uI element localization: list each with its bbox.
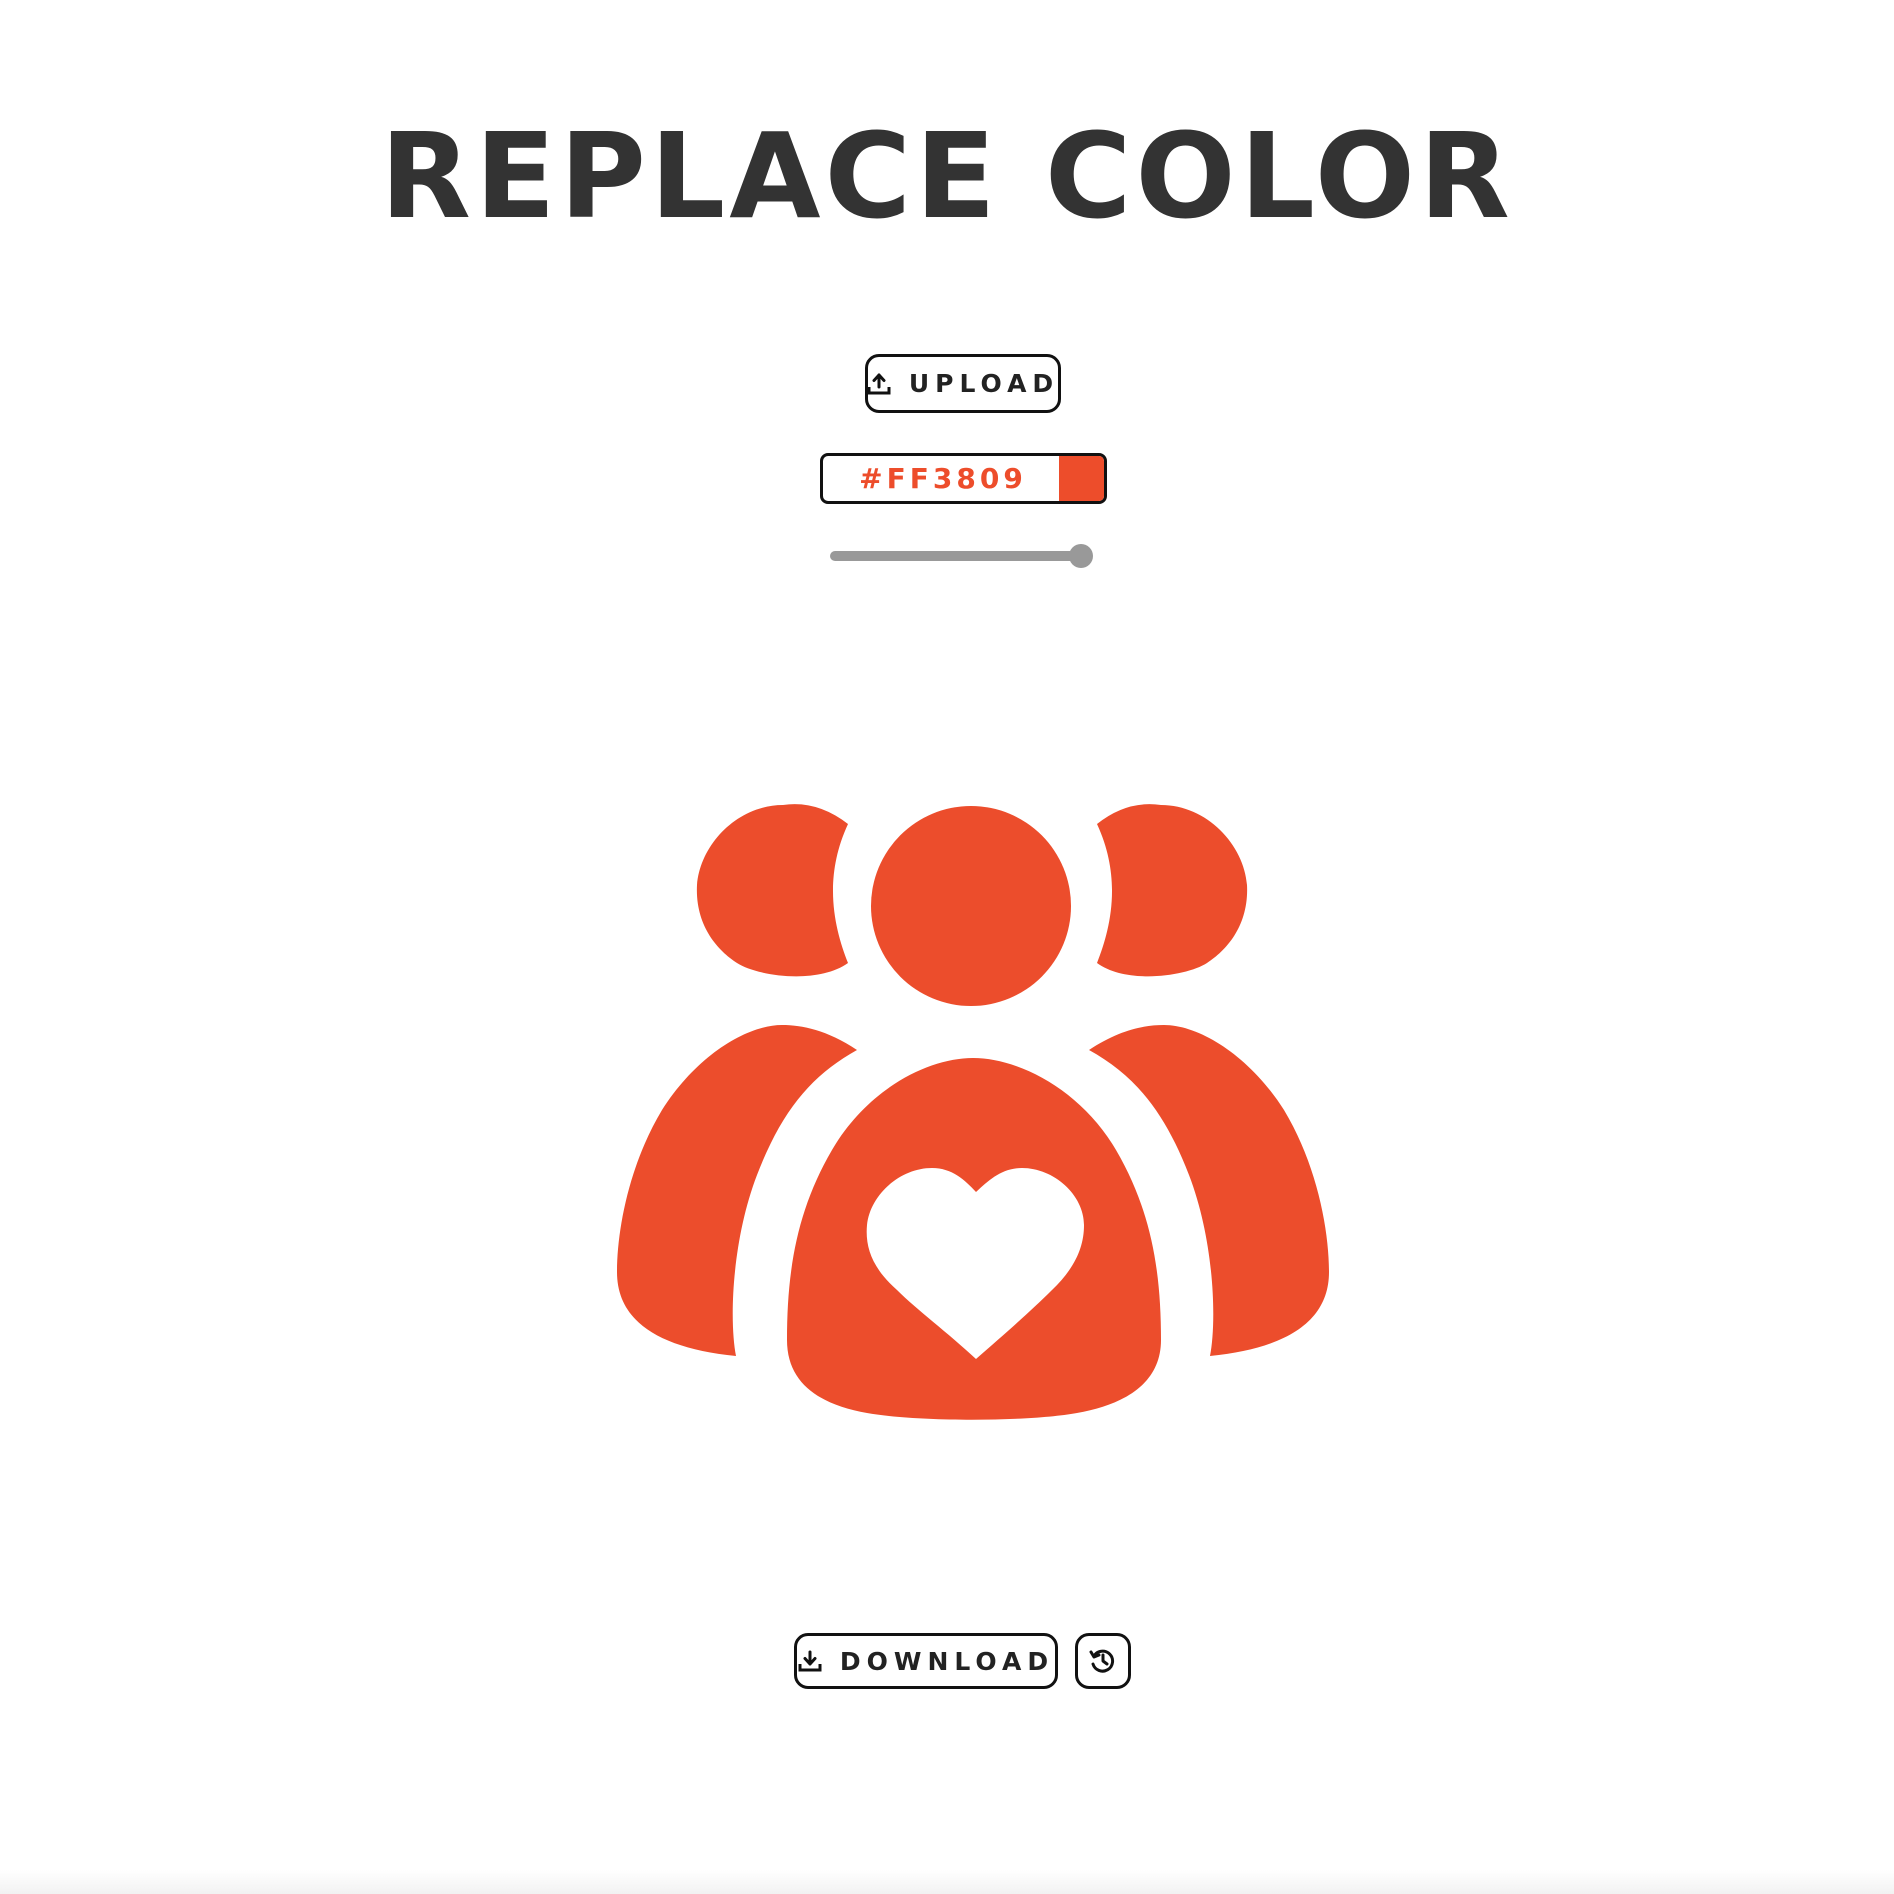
preview-image <box>617 804 1329 1420</box>
color-swatch[interactable] <box>1059 456 1104 501</box>
tolerance-slider[interactable] <box>830 544 1095 568</box>
history-button[interactable] <box>1075 1633 1131 1689</box>
color-field <box>820 453 1107 504</box>
download-button-label: DOWNLOAD <box>839 1646 1055 1676</box>
history-icon <box>1089 1647 1117 1675</box>
upload-button[interactable]: UPLOAD <box>865 354 1061 413</box>
bottom-bar <box>0 1870 1894 1894</box>
upload-button-label: UPLOAD <box>908 369 1060 398</box>
upload-icon <box>867 372 891 396</box>
slider-track[interactable] <box>830 551 1085 561</box>
color-hex-input[interactable] <box>823 456 1063 501</box>
download-button[interactable]: DOWNLOAD <box>794 1633 1058 1689</box>
slider-thumb[interactable] <box>1069 544 1093 568</box>
download-icon <box>798 1649 822 1673</box>
page-title: REPLACE COLOR <box>380 107 1514 245</box>
